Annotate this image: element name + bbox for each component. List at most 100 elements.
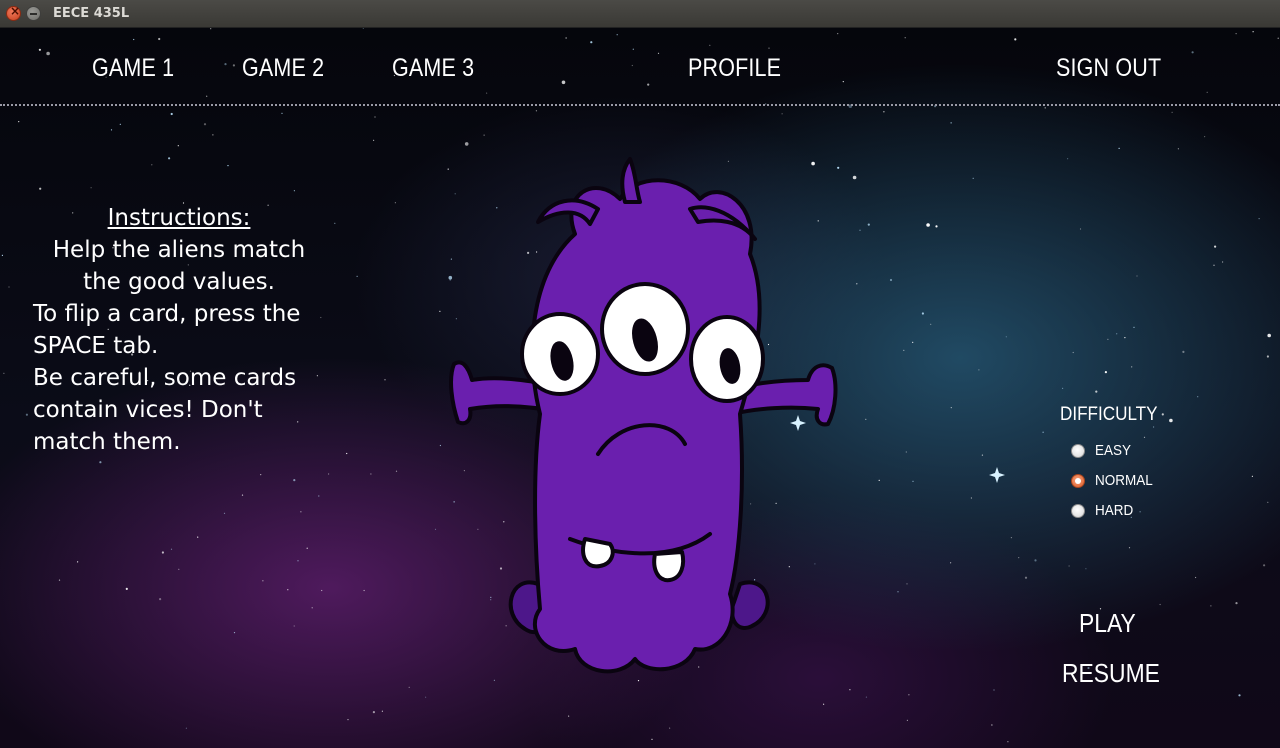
radio-easy-label: EASY xyxy=(1095,442,1132,459)
star xyxy=(346,452,348,455)
star xyxy=(318,495,320,497)
star xyxy=(1258,218,1260,220)
nav-game-3[interactable]: GAME 3 xyxy=(392,54,474,83)
star xyxy=(185,727,187,729)
nav-game-1[interactable]: GAME 1 xyxy=(92,54,174,83)
play-button[interactable]: PLAY xyxy=(1079,608,1136,639)
star xyxy=(311,607,313,609)
star xyxy=(993,689,995,691)
star xyxy=(865,696,868,698)
radio-hard[interactable] xyxy=(1071,504,1085,518)
star xyxy=(852,175,857,180)
star xyxy=(991,724,993,726)
star xyxy=(178,568,180,570)
star xyxy=(1267,333,1271,338)
star xyxy=(950,122,952,124)
close-icon[interactable] xyxy=(6,4,21,21)
instructions-heading: Instructions: xyxy=(107,205,251,231)
star xyxy=(293,190,295,192)
radio-easy[interactable] xyxy=(1071,444,1085,458)
star xyxy=(260,474,262,476)
star xyxy=(1197,396,1199,398)
star xyxy=(151,164,153,166)
star xyxy=(3,372,5,374)
resume-button[interactable]: RESUME xyxy=(1062,658,1160,689)
star xyxy=(1139,511,1141,513)
star xyxy=(1042,431,1044,433)
star xyxy=(1131,366,1133,368)
star xyxy=(1024,576,1028,579)
star xyxy=(408,686,410,689)
star xyxy=(1171,111,1173,113)
star xyxy=(1007,741,1009,743)
star xyxy=(906,719,909,722)
nav-profile[interactable]: PROFILE xyxy=(688,54,781,83)
star xyxy=(328,473,330,475)
star xyxy=(906,583,908,585)
star xyxy=(1251,475,1253,477)
star xyxy=(1222,261,1224,263)
star xyxy=(912,341,914,343)
instructions-panel: Instructions: Help the aliens match the … xyxy=(33,202,333,458)
star xyxy=(262,580,264,582)
star xyxy=(978,369,980,371)
star xyxy=(856,283,858,285)
star xyxy=(823,703,825,705)
star xyxy=(374,116,376,118)
star xyxy=(90,187,92,189)
star xyxy=(878,479,880,481)
star xyxy=(883,111,885,113)
star xyxy=(125,587,128,591)
minimize-icon[interactable] xyxy=(26,6,41,21)
star xyxy=(203,123,207,126)
alien-mascot-illustration xyxy=(449,157,838,674)
star xyxy=(347,719,349,721)
star xyxy=(1010,537,1013,539)
instruction-line: SPACE tab. xyxy=(33,333,159,359)
star xyxy=(1128,547,1131,549)
difficulty-label: DIFFICULTY xyxy=(1060,404,1158,425)
star xyxy=(669,727,671,729)
star xyxy=(39,187,42,190)
star xyxy=(950,562,952,564)
star xyxy=(1068,565,1070,567)
star xyxy=(321,589,323,592)
star xyxy=(1267,501,1269,503)
radio-normal[interactable] xyxy=(1071,474,1085,488)
star xyxy=(197,536,199,538)
star xyxy=(1153,426,1155,428)
star xyxy=(535,110,538,112)
star xyxy=(25,413,28,416)
star xyxy=(227,165,229,167)
star xyxy=(1079,228,1082,230)
radio-normal-label: NORMAL xyxy=(1095,472,1153,489)
star xyxy=(1214,245,1217,248)
star xyxy=(1204,136,1206,138)
star xyxy=(1118,147,1120,149)
star xyxy=(912,480,914,482)
star xyxy=(1169,418,1173,423)
star xyxy=(926,223,930,227)
star xyxy=(905,451,907,453)
star xyxy=(241,494,244,496)
star xyxy=(110,129,113,131)
star xyxy=(161,551,164,554)
star xyxy=(865,418,867,420)
instruction-line: match them. xyxy=(33,429,181,455)
sparkle-star xyxy=(989,467,1005,483)
star xyxy=(334,222,336,224)
star xyxy=(981,454,984,456)
star xyxy=(889,278,893,282)
window-title: EECE 435L xyxy=(53,6,130,21)
star xyxy=(170,548,173,550)
star xyxy=(293,625,295,627)
star xyxy=(1238,694,1241,697)
nav-sign-out[interactable]: SIGN OUT xyxy=(1056,54,1161,83)
star xyxy=(18,121,20,123)
instruction-line: Be careful, some cards xyxy=(33,365,297,391)
nav-game-2[interactable]: GAME 2 xyxy=(242,54,324,83)
instruction-line: contain vices! Don't xyxy=(33,397,263,423)
star xyxy=(99,461,102,464)
star xyxy=(372,711,375,714)
star xyxy=(77,561,79,563)
